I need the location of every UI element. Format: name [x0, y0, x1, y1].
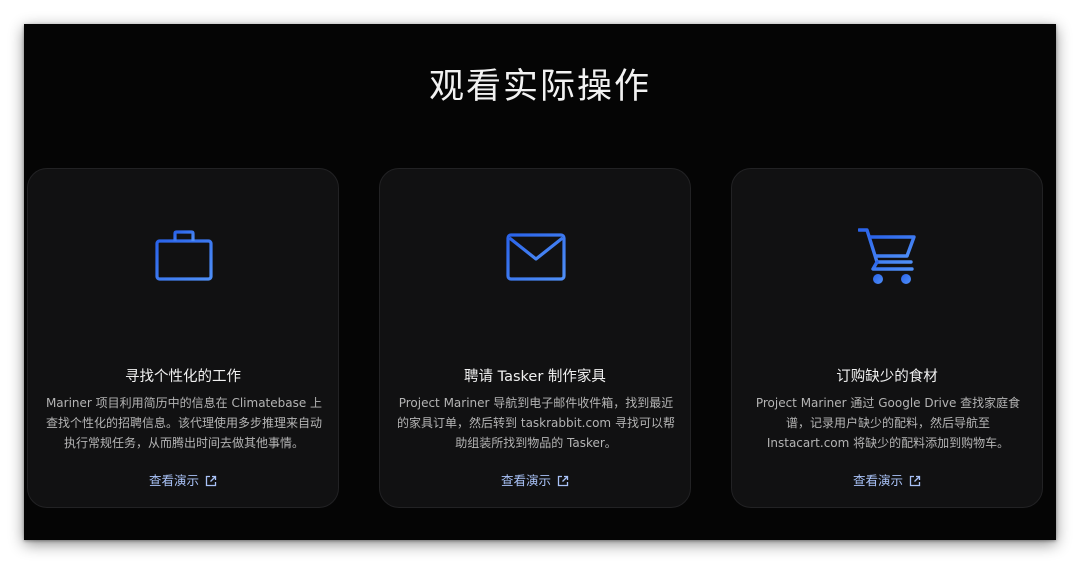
section-title: 观看实际操作: [428, 67, 651, 107]
card-order-ingredients: 订购缺少的食材 Project Mariner 通过 Google Drive …: [731, 168, 1043, 508]
briefcase-icon: [155, 230, 213, 281]
demo-cards: 寻找个性化的工作 Mariner 项目利用简历中的信息在 Climatebase…: [27, 168, 1053, 510]
view-demo-label: 查看演示: [148, 473, 199, 488]
external-link-icon: [557, 475, 569, 487]
card-title: 寻找个性化的工作: [125, 369, 241, 385]
card-description: Project Mariner 导航到电子邮件收件箱，找到最近的家具订单，然后转…: [397, 396, 675, 450]
view-demo-label: 查看演示: [500, 473, 551, 488]
view-demo-label: 查看演示: [852, 473, 903, 488]
card-find-job: 寻找个性化的工作 Mariner 项目利用简历中的信息在 Climatebase…: [27, 168, 339, 508]
card-title: 聘请 Tasker 制作家具: [464, 369, 606, 385]
shopping-cart-icon: [858, 228, 916, 284]
card-title: 订购缺少的食材: [836, 369, 938, 385]
card-description: Project Mariner 通过 Google Drive 查找家庭食谱，记…: [755, 396, 1021, 450]
demo-section: 观看实际操作 寻找个性化的工作 Mariner 项目利用简历中的信息在 Clim…: [24, 24, 1056, 540]
card-hire-tasker: 聘请 Tasker 制作家具 Project Mariner 导航到电子邮件收件…: [379, 168, 691, 508]
mail-icon: [506, 233, 566, 281]
view-demo-link[interactable]: 查看演示: [732, 470, 1042, 489]
external-link-icon: [909, 475, 921, 487]
view-demo-link[interactable]: 查看演示: [380, 470, 690, 489]
view-demo-link[interactable]: 查看演示: [28, 470, 338, 489]
external-link-icon: [205, 475, 217, 487]
card-description: Mariner 项目利用简历中的信息在 Climatebase 上查找个性化的招…: [45, 396, 323, 450]
